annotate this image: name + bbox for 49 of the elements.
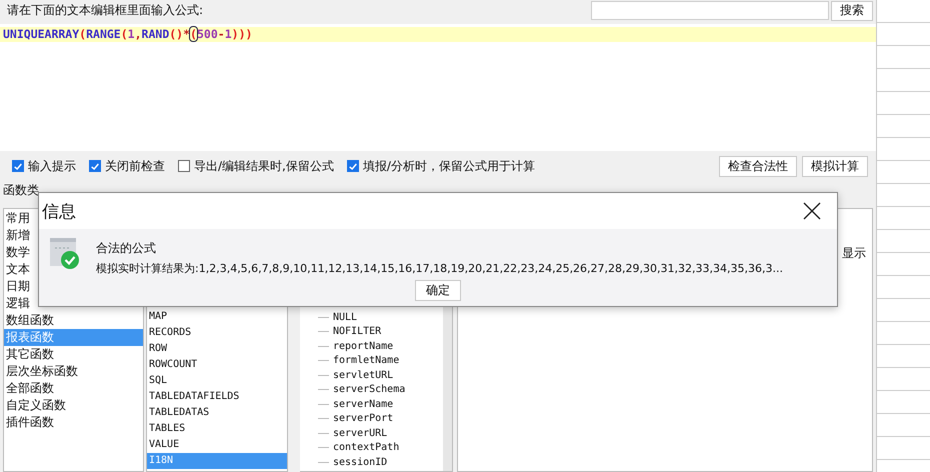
formula-editor[interactable]: UNIQUEARRAY(RANGE(1,RAND()*(500-1))) xyxy=(0,24,876,151)
column-header: 函数类 xyxy=(3,183,39,197)
message-heading: 合法的公式 xyxy=(96,240,157,257)
function-item[interactable]: TABLES xyxy=(147,421,287,437)
success-icon xyxy=(50,238,80,270)
formula-text[interactable]: UNIQUEARRAY(RANGE(1,RAND()*(500-1))) xyxy=(0,27,876,42)
function-item[interactable]: SQL xyxy=(147,373,287,389)
category-item[interactable]: 自定义函数 xyxy=(4,397,143,414)
tree-item[interactable]: sessionID xyxy=(333,456,388,468)
tree-item[interactable]: serverPort xyxy=(333,413,394,424)
category-item[interactable]: 层次坐标函数 xyxy=(4,363,143,380)
function-item[interactable]: TABLEDATAFIELDS xyxy=(147,389,287,405)
formula-prompt: 请在下面的文本编辑框里面输入公式: xyxy=(6,2,204,19)
checkbox-label: 关闭前检查 xyxy=(105,158,165,174)
category-item[interactable]: 插件函数 xyxy=(4,414,143,431)
function-item[interactable]: VALUE xyxy=(147,437,287,453)
dialog-title: 信息 xyxy=(42,200,76,222)
search-button[interactable]: 搜索 xyxy=(831,0,873,20)
confirm-button[interactable]: 确定 xyxy=(415,280,461,301)
tree-item[interactable]: NOFILTER xyxy=(333,326,382,338)
checkbox-label: 输入提示 xyxy=(28,158,76,174)
category-item[interactable]: 数组函数 xyxy=(4,312,143,329)
tree-item[interactable]: serverName xyxy=(333,398,394,410)
tree-item[interactable]: formletName xyxy=(333,355,400,366)
tree-item[interactable]: serverURL xyxy=(333,428,388,439)
function-item[interactable]: ROWCOUNT xyxy=(147,357,287,373)
checkbox[interactable] xyxy=(12,160,24,172)
tree-item[interactable]: reportName xyxy=(333,340,394,352)
checkbox[interactable] xyxy=(346,160,359,172)
tree-item[interactable]: NULL xyxy=(333,312,358,323)
action-button[interactable]: 模拟计算 xyxy=(802,156,868,176)
function-item[interactable]: ROW xyxy=(147,341,287,357)
close-icon[interactable] xyxy=(803,202,821,220)
checkbox-label: 导出/编辑结果时,保留公式 xyxy=(194,158,334,174)
category-item[interactable]: 其它函数 xyxy=(4,346,143,363)
checkbox[interactable] xyxy=(89,160,101,172)
action-button[interactable]: 检查合法性 xyxy=(719,156,797,176)
category-item[interactable]: 全部函数 xyxy=(4,380,143,397)
tree-item[interactable]: contextPath xyxy=(333,442,400,454)
function-item[interactable]: TABLEDATAS xyxy=(147,405,287,421)
function-item[interactable]: MAP xyxy=(147,309,287,325)
search-field[interactable] xyxy=(591,1,829,20)
tree-item[interactable]: servletURL xyxy=(333,370,394,381)
checkbox[interactable] xyxy=(178,160,190,172)
calculation-result: 模拟实时计算结果为:1,2,3,4,5,6,7,8,9,10,11,12,13,14,15,16,17,18,19,20,21,22,23,24,25,26,27,28,29,30,31,32,33,34,35,36,3... xyxy=(96,261,783,276)
description-text: 显示 xyxy=(842,245,866,262)
checkbox-label: 填报/分析时，保留公式用于计算 xyxy=(362,158,535,174)
tree-item[interactable]: serverSchema xyxy=(333,384,406,396)
function-item[interactable]: RECORDS xyxy=(147,325,287,341)
